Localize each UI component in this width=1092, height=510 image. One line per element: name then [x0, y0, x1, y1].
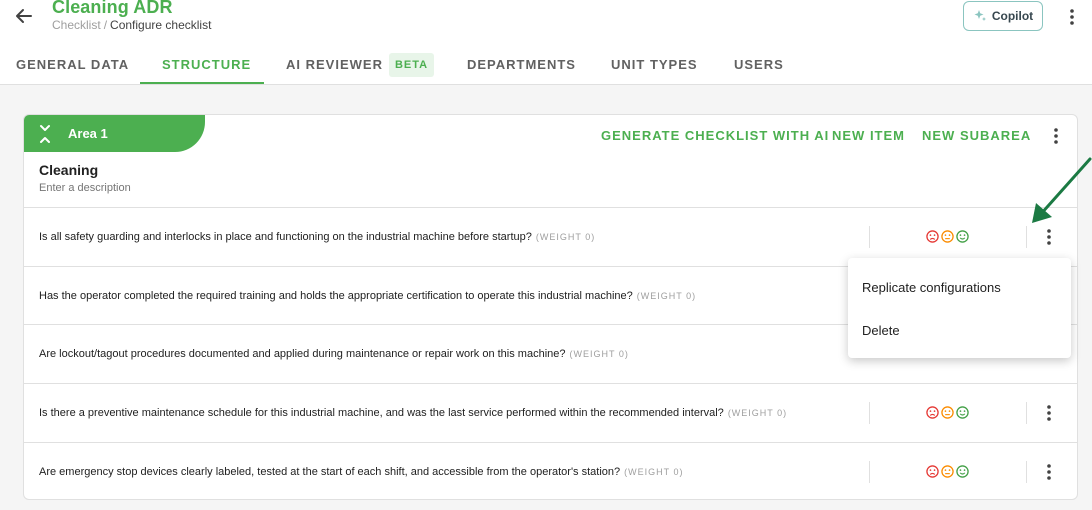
area-header-tab[interactable]: Area 1	[24, 115, 205, 152]
item-question[interactable]: Are emergency stop devices clearly label…	[39, 443, 684, 499]
happy-face-icon	[956, 465, 969, 478]
sad-face-icon	[926, 465, 939, 478]
tab-ai-reviewer-label: AI REVIEWER	[286, 57, 383, 72]
checklist-item-row: Is all safety guarding and interlocks in…	[24, 207, 1077, 266]
tab-departments[interactable]: DEPARTMENTS	[467, 44, 576, 85]
sad-face-icon	[926, 406, 939, 419]
item-question[interactable]: Has the operator completed the required …	[39, 267, 696, 325]
rating-faces	[926, 465, 969, 478]
divider	[1026, 402, 1027, 424]
new-item-button[interactable]: NEW ITEM	[832, 128, 905, 143]
rating-faces	[926, 230, 969, 243]
rating-faces	[926, 406, 969, 419]
happy-face-icon	[956, 230, 969, 243]
active-tab-indicator	[140, 82, 264, 84]
annotation-arrow-icon	[1032, 157, 1092, 223]
happy-face-icon	[956, 406, 969, 419]
question-text: Are emergency stop devices clearly label…	[39, 466, 621, 478]
breadcrumb-separator: /	[103, 18, 108, 32]
more-options-icon[interactable]	[1062, 6, 1082, 28]
item-weight: (WEIGHT 0)	[569, 349, 629, 359]
tab-ai-reviewer[interactable]: AI REVIEWER BETA	[286, 44, 435, 85]
copilot-button[interactable]: Copilot	[963, 1, 1043, 31]
item-options-icon[interactable]	[1039, 402, 1059, 424]
top-bar: Cleaning ADR Checklist / Configure checkli…	[0, 0, 1092, 85]
neutral-face-icon	[941, 406, 954, 419]
divider	[869, 402, 870, 424]
divider	[869, 226, 870, 248]
item-weight: (WEIGHT 0)	[727, 408, 788, 418]
area-label: Area 1	[68, 126, 108, 141]
tab-unit-types[interactable]: UNIT TYPES	[611, 44, 698, 85]
item-question[interactable]: Is there a preventive maintenance schedu…	[39, 384, 787, 442]
item-weight: (WEIGHT 0)	[636, 291, 697, 301]
item-options-icon[interactable]	[1039, 461, 1059, 483]
item-question[interactable]: Is all safety guarding and interlocks in…	[39, 208, 595, 266]
question-text: Are lockout/tagout procedures documented…	[39, 348, 566, 360]
item-context-menu: Replicate configurations Delete	[848, 258, 1071, 358]
item-weight: (WEIGHT 0)	[535, 232, 596, 242]
section-description[interactable]: Enter a description	[39, 182, 131, 194]
replicate-configurations-menu-item[interactable]: Replicate configurations	[848, 266, 1071, 309]
tab-bar: GENERAL DATA STRUCTURE AI REVIEWER BETA …	[0, 44, 1092, 85]
neutral-face-icon	[941, 465, 954, 478]
beta-badge: BETA	[388, 52, 435, 77]
checklist-item-row: Are emergency stop devices clearly label…	[24, 442, 1077, 499]
new-subarea-button[interactable]: NEW SUBAREA	[922, 128, 1031, 143]
breadcrumb: Checklist / Configure checklist	[52, 18, 211, 32]
breadcrumb-current: Configure checklist	[110, 18, 212, 32]
breadcrumb-parent[interactable]: Checklist	[52, 18, 101, 32]
back-arrow-icon[interactable]	[12, 4, 36, 28]
divider	[869, 461, 870, 483]
question-text: Is all safety guarding and interlocks in…	[39, 231, 532, 243]
page-title: Cleaning ADR	[52, 0, 173, 17]
generate-checklist-ai-button[interactable]: GENERATE CHECKLIST WITH AI	[601, 128, 829, 143]
copilot-label: Copilot	[991, 9, 1034, 23]
collapse-chevrons-icon	[40, 125, 50, 143]
tab-general-data[interactable]: GENERAL DATA	[16, 44, 129, 85]
section-title[interactable]: Cleaning	[39, 162, 98, 178]
divider	[1026, 226, 1027, 248]
area-options-icon[interactable]	[1046, 125, 1066, 147]
tab-structure[interactable]: STRUCTURE	[162, 44, 251, 85]
divider	[1026, 461, 1027, 483]
question-text: Has the operator completed the required …	[39, 290, 633, 302]
sparkle-icon	[974, 10, 986, 21]
item-weight: (WEIGHT 0)	[624, 467, 684, 477]
delete-menu-item[interactable]: Delete	[848, 309, 1071, 352]
question-text: Is there a preventive maintenance schedu…	[39, 407, 724, 419]
item-question[interactable]: Are lockout/tagout procedures documented…	[39, 325, 629, 383]
neutral-face-icon	[941, 230, 954, 243]
sad-face-icon	[926, 230, 939, 243]
checklist-item-row: Is there a preventive maintenance schedu…	[24, 383, 1077, 442]
item-options-icon[interactable]	[1039, 226, 1059, 248]
tab-users[interactable]: USERS	[734, 44, 784, 85]
